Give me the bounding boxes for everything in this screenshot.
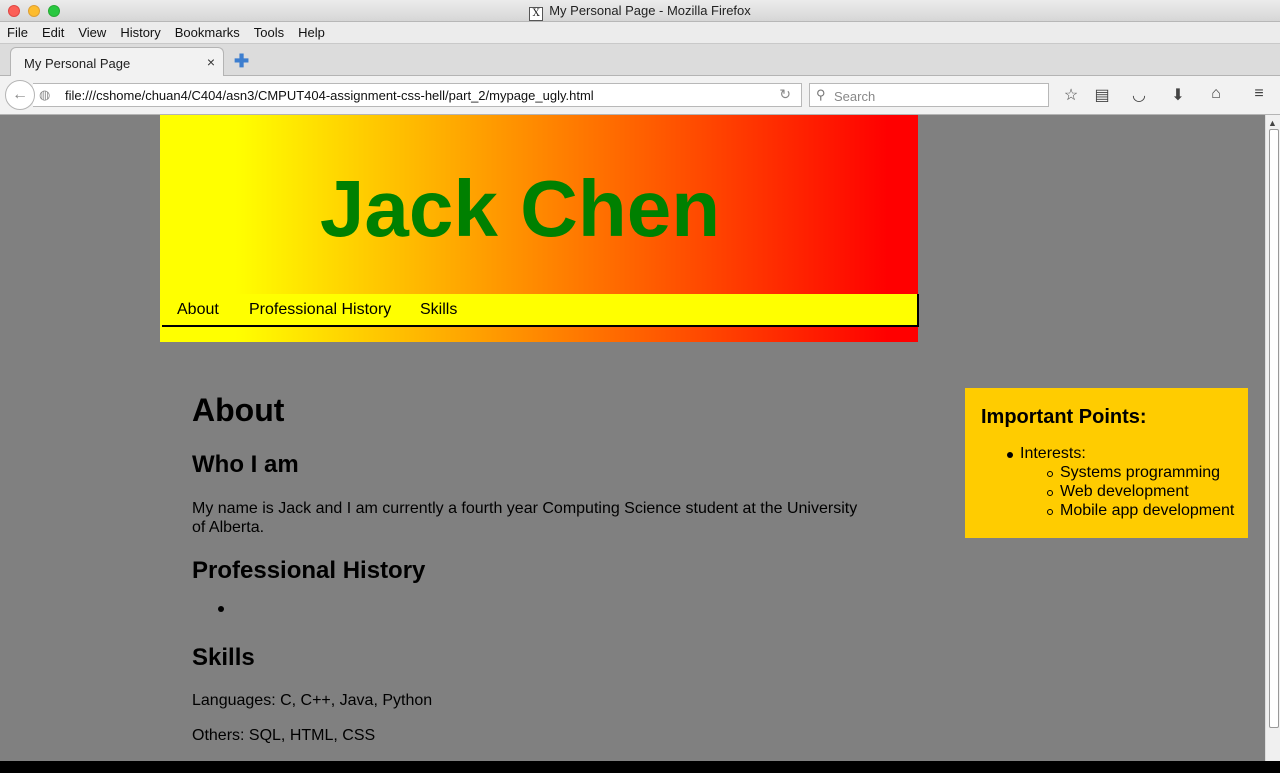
x11-icon: X <box>529 7 544 21</box>
menu-view[interactable]: View <box>78 25 106 40</box>
interest-item: Systems programming <box>1060 464 1221 481</box>
reload-icon[interactable]: ↻ <box>779 86 791 103</box>
interest-bullet <box>1047 471 1053 477</box>
search-input[interactable] <box>832 86 1046 106</box>
interest-item: Mobile app development <box>1060 502 1235 519</box>
url-bar[interactable]: ◍ file:///cshome/chuan4/C404/asn3/CMPUT4… <box>33 83 802 107</box>
menu-edit[interactable]: Edit <box>42 25 64 40</box>
menu-help[interactable]: Help <box>298 25 325 40</box>
window-title-area: X My Personal Page - Mozilla Firefox <box>0 3 1280 21</box>
search-bar[interactable]: ⚲ <box>809 83 1049 107</box>
back-button[interactable]: ← <box>5 80 35 110</box>
nav-link-skills[interactable]: Skills <box>420 301 457 319</box>
menu-file[interactable]: File <box>7 25 28 40</box>
who-heading: Who I am <box>192 451 299 478</box>
history-heading: Professional History <box>192 557 426 584</box>
hamburger-menu-icon[interactable]: ≡ <box>1249 85 1269 103</box>
interests-label: Interests: <box>1020 445 1086 462</box>
menu-bookmarks[interactable]: Bookmarks <box>175 25 240 40</box>
important-points-heading: Important Points: <box>981 406 1147 428</box>
tab-close-icon[interactable]: × <box>207 54 215 70</box>
new-tab-icon[interactable]: ✚ <box>234 51 249 72</box>
skills-others: Others: SQL, HTML, CSS <box>192 727 376 744</box>
about-heading: About <box>192 392 285 428</box>
page-nav: About Professional History Skills <box>162 294 919 327</box>
skills-languages: Languages: C, C++, Java, Python <box>192 692 433 709</box>
interests-bullet <box>1007 452 1013 458</box>
home-icon[interactable]: ⌂ <box>1206 85 1226 103</box>
bookmark-star-icon[interactable]: ☆ <box>1061 85 1081 105</box>
history-empty-bullet <box>218 606 224 612</box>
pocket-icon[interactable]: ◡ <box>1129 85 1149 105</box>
reading-list-icon[interactable]: ▤ <box>1092 85 1112 105</box>
vertical-scrollbar[interactable]: ▲ <box>1265 115 1280 761</box>
who-text: My name is Jack and I am currently a fou… <box>192 500 858 536</box>
nav-toolbar: ◍ file:///cshome/chuan4/C404/asn3/CMPUT4… <box>0 76 1280 115</box>
scroll-thumb[interactable] <box>1269 129 1279 728</box>
back-arrow-icon: ← <box>12 86 28 103</box>
tab-label: My Personal Page <box>24 56 131 71</box>
window-bottom-edge <box>0 761 1280 773</box>
downloads-icon[interactable]: ⬇ <box>1168 85 1188 105</box>
menu-tools[interactable]: Tools <box>254 25 284 40</box>
important-points-box: Important Points: Interests: Systems pro… <box>965 388 1248 538</box>
scroll-up-icon[interactable]: ▲ <box>1268 118 1277 128</box>
window-titlebar: X My Personal Page - Mozilla Firefox <box>0 0 1280 22</box>
tab-my-personal-page[interactable]: My Personal Page × <box>10 47 224 76</box>
site-identity-icon[interactable]: ◍ <box>39 87 50 103</box>
url-text[interactable]: file:///cshome/chuan4/C404/asn3/CMPUT404… <box>65 88 594 103</box>
skills-heading: Skills <box>192 644 255 671</box>
search-icon: ⚲ <box>816 87 826 102</box>
tab-bar: My Personal Page × ✚ <box>0 44 1280 76</box>
interest-bullet <box>1047 490 1053 496</box>
nav-link-professional-history[interactable]: Professional History <box>249 301 391 319</box>
interest-bullet <box>1047 509 1053 515</box>
menu-bar: File Edit View History Bookmarks Tools H… <box>0 22 1280 44</box>
window-title: My Personal Page - Mozilla Firefox <box>549 3 751 18</box>
interest-item: Web development <box>1060 483 1189 500</box>
menu-history[interactable]: History <box>120 25 160 40</box>
page-header: Jack Chen About Professional History Ski… <box>160 115 919 342</box>
page-viewport: Jack Chen About Professional History Ski… <box>0 115 1265 761</box>
header-title: Jack Chen <box>319 164 721 253</box>
nav-link-about[interactable]: About <box>177 301 219 319</box>
